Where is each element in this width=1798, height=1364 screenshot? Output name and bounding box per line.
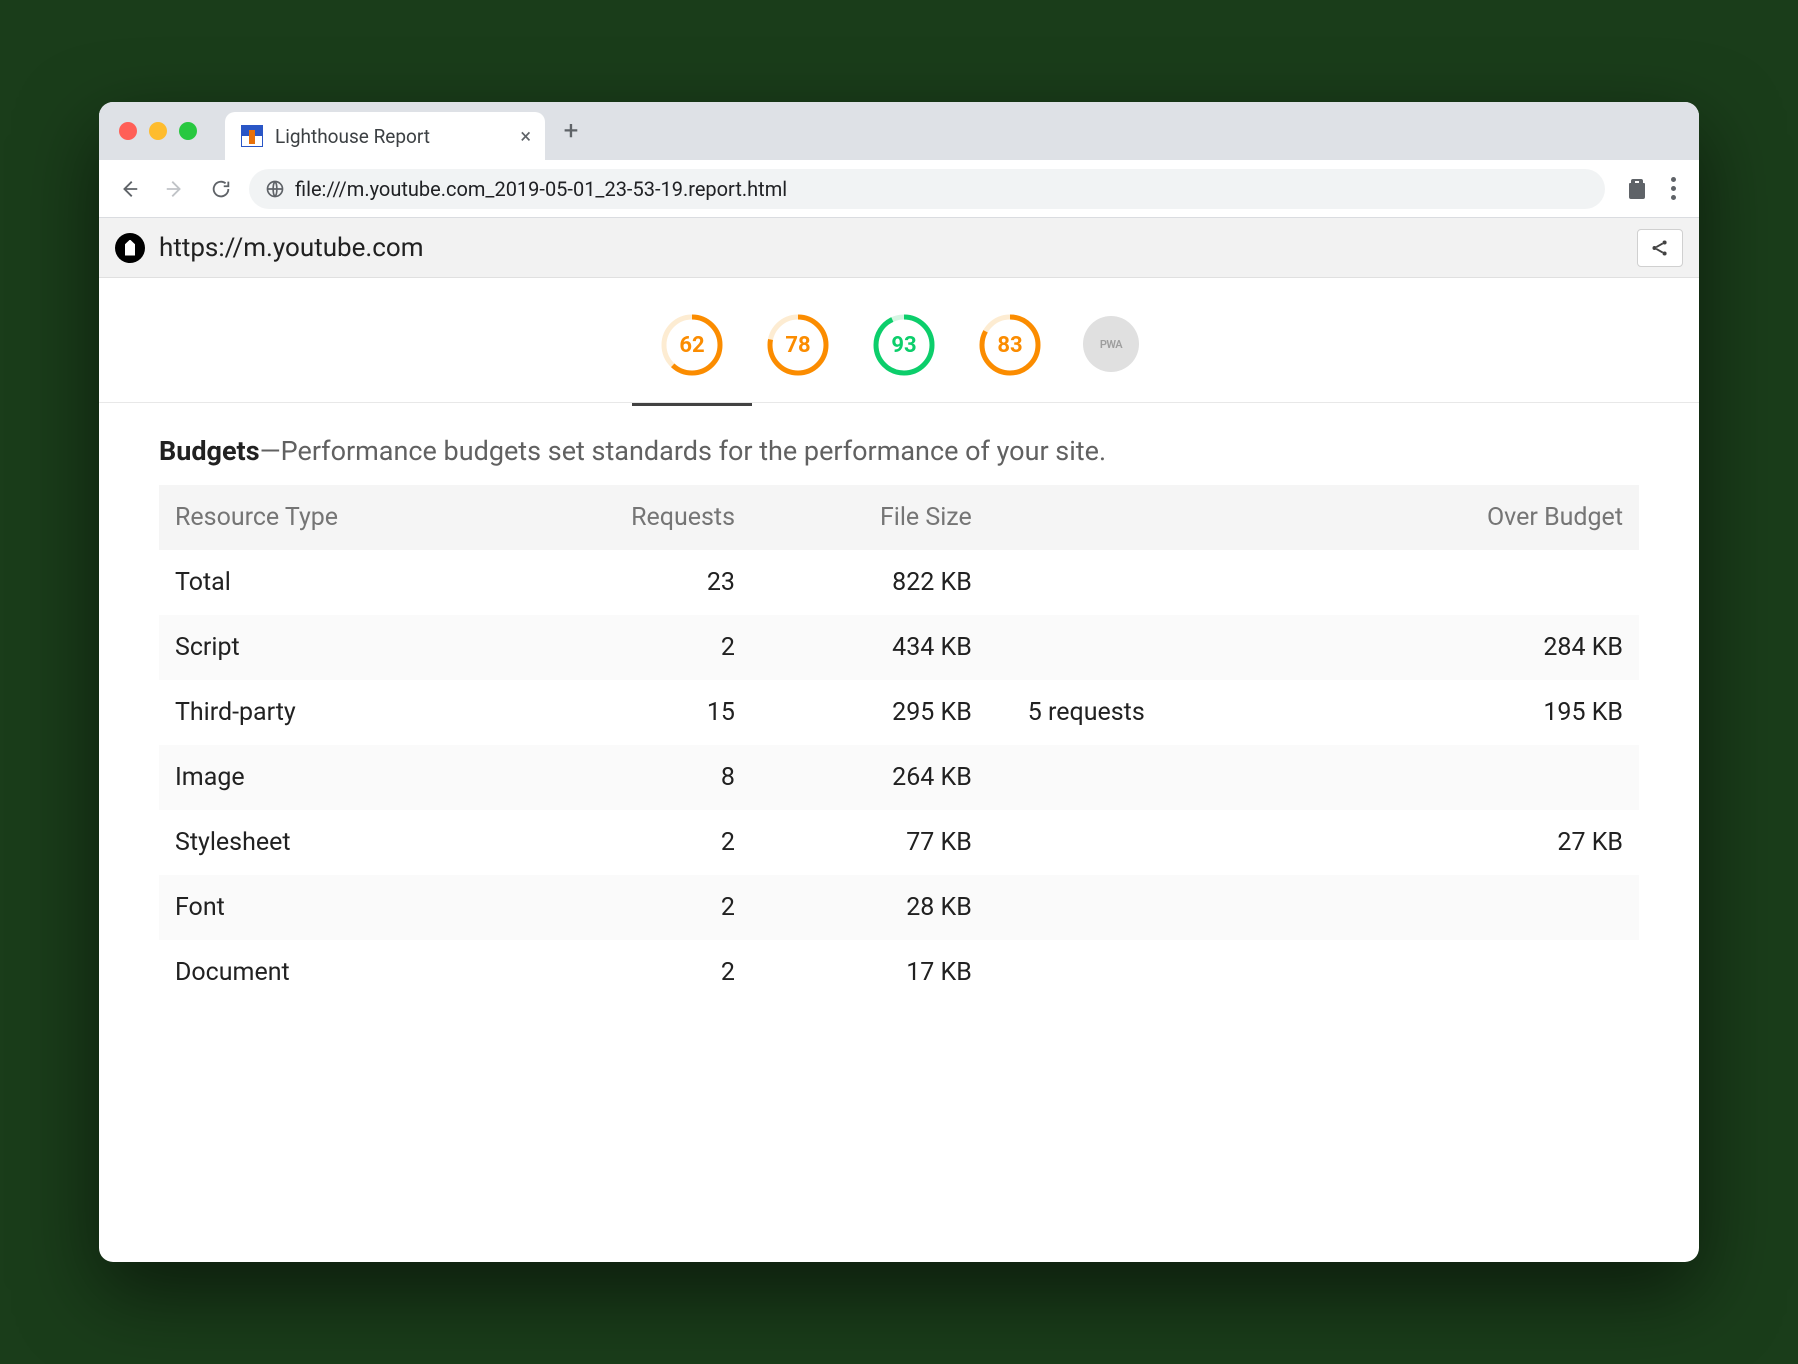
- zoom-window-button[interactable]: [179, 122, 197, 140]
- new-tab-button[interactable]: +: [551, 116, 591, 146]
- cell-over-requests: 5 requests: [988, 680, 1343, 745]
- budgets-section-title: Budgets—Performance budgets set standard…: [159, 435, 1639, 467]
- cell-resource: Stylesheet: [159, 810, 573, 875]
- cell-requests: 2: [573, 810, 751, 875]
- budgets-table: Resource Type Requests File Size Over Bu…: [159, 485, 1639, 1005]
- cell-over-budget: [1343, 550, 1639, 615]
- col-file-size: File Size: [751, 485, 988, 550]
- cell-size: 77 KB: [751, 810, 988, 875]
- cell-requests: 2: [573, 940, 751, 1005]
- lighthouse-logo-icon: [115, 233, 145, 263]
- col-requests: Requests: [573, 485, 751, 550]
- browser-window: Lighthouse Report × + file:///m.youtube.…: [99, 102, 1699, 1262]
- address-bar[interactable]: file:///m.youtube.com_2019-05-01_23-53-1…: [249, 169, 1605, 209]
- cell-size: 295 KB: [751, 680, 988, 745]
- gauge-score: 62: [659, 312, 725, 378]
- tab-bar: Lighthouse Report × +: [99, 102, 1699, 160]
- table-row: Font228 KB: [159, 875, 1639, 940]
- cell-requests: 23: [573, 550, 751, 615]
- cell-requests: 8: [573, 745, 751, 810]
- cell-resource: Total: [159, 550, 573, 615]
- forward-button[interactable]: [157, 171, 193, 207]
- dot-icon: [1671, 195, 1676, 200]
- table-row: Image8264 KB: [159, 745, 1639, 810]
- table-row: Script2434 KB 284 KB: [159, 615, 1639, 680]
- gauge-score: 78: [765, 312, 831, 378]
- score-gauge[interactable]: 93: [871, 312, 937, 378]
- minimize-window-button[interactable]: [149, 122, 167, 140]
- cell-size: 822 KB: [751, 550, 988, 615]
- address-text: file:///m.youtube.com_2019-05-01_23-53-1…: [295, 177, 787, 201]
- table-row: Stylesheet277 KB 27 KB: [159, 810, 1639, 875]
- toolbar-right: [1625, 177, 1687, 201]
- cell-over-budget: [1343, 940, 1639, 1005]
- score-gauge[interactable]: 78: [765, 312, 831, 378]
- col-spacer: [988, 485, 1343, 550]
- globe-icon: [265, 179, 285, 199]
- table-row: Third-party15295 KB5 requests195 KB: [159, 680, 1639, 745]
- arrow-right-icon: [164, 178, 186, 200]
- col-over-budget: Over Budget: [1343, 485, 1639, 550]
- score-gauge[interactable]: 62: [659, 312, 725, 378]
- window-controls: [119, 122, 197, 140]
- cell-over-requests: [988, 940, 1343, 1005]
- browser-tab[interactable]: Lighthouse Report ×: [225, 112, 545, 160]
- cell-resource: Font: [159, 875, 573, 940]
- budgets-title-rest: —Performance budgets set standards for t…: [260, 435, 1107, 467]
- cell-resource: Document: [159, 940, 573, 1005]
- share-button[interactable]: [1637, 229, 1683, 267]
- gauge-score: 93: [871, 312, 937, 378]
- cell-over-budget: [1343, 745, 1639, 810]
- cell-size: 17 KB: [751, 940, 988, 1005]
- share-icon: [1649, 237, 1671, 259]
- gauge-score: 83: [977, 312, 1043, 378]
- close-tab-button[interactable]: ×: [520, 124, 531, 148]
- cell-over-requests: [988, 745, 1343, 810]
- cell-over-requests: [988, 550, 1343, 615]
- cell-over-budget: 284 KB: [1343, 615, 1639, 680]
- lighthouse-header: https://m.youtube.com: [99, 218, 1699, 278]
- cell-size: 28 KB: [751, 875, 988, 940]
- score-gauges: 62 78 93 83 PWA: [99, 278, 1699, 403]
- score-gauge[interactable]: 83: [977, 312, 1043, 378]
- cell-over-requests: [988, 875, 1343, 940]
- lighthouse-favicon-icon: [241, 125, 263, 147]
- cell-resource: Script: [159, 615, 573, 680]
- arrow-left-icon: [118, 178, 140, 200]
- tab-title: Lighthouse Report: [275, 125, 430, 148]
- browser-toolbar: file:///m.youtube.com_2019-05-01_23-53-1…: [99, 160, 1699, 218]
- table-row: Total23822 KB: [159, 550, 1639, 615]
- cell-requests: 15: [573, 680, 751, 745]
- cell-resource: Third-party: [159, 680, 573, 745]
- cell-requests: 2: [573, 615, 751, 680]
- cell-size: 434 KB: [751, 615, 988, 680]
- tested-url: https://m.youtube.com: [159, 233, 424, 263]
- cell-resource: Image: [159, 745, 573, 810]
- budgets-title-strong: Budgets: [159, 435, 260, 467]
- table-row: Document217 KB: [159, 940, 1639, 1005]
- report-body: Budgets—Performance budgets set standard…: [99, 403, 1699, 1262]
- dot-icon: [1671, 177, 1676, 182]
- cell-requests: 2: [573, 875, 751, 940]
- reload-icon: [210, 178, 232, 200]
- cell-over-budget: 195 KB: [1343, 680, 1639, 745]
- cell-over-budget: [1343, 875, 1639, 940]
- reload-button[interactable]: [203, 171, 239, 207]
- back-button[interactable]: [111, 171, 147, 207]
- dot-icon: [1671, 186, 1676, 191]
- extensions-icon[interactable]: [1625, 177, 1649, 201]
- table-header-row: Resource Type Requests File Size Over Bu…: [159, 485, 1639, 550]
- cell-size: 264 KB: [751, 745, 988, 810]
- cell-over-requests: [988, 615, 1343, 680]
- browser-menu-button[interactable]: [1659, 177, 1687, 200]
- close-window-button[interactable]: [119, 122, 137, 140]
- cell-over-budget: 27 KB: [1343, 810, 1639, 875]
- col-resource-type: Resource Type: [159, 485, 573, 550]
- pwa-badge[interactable]: PWA: [1083, 316, 1139, 372]
- cell-over-requests: [988, 810, 1343, 875]
